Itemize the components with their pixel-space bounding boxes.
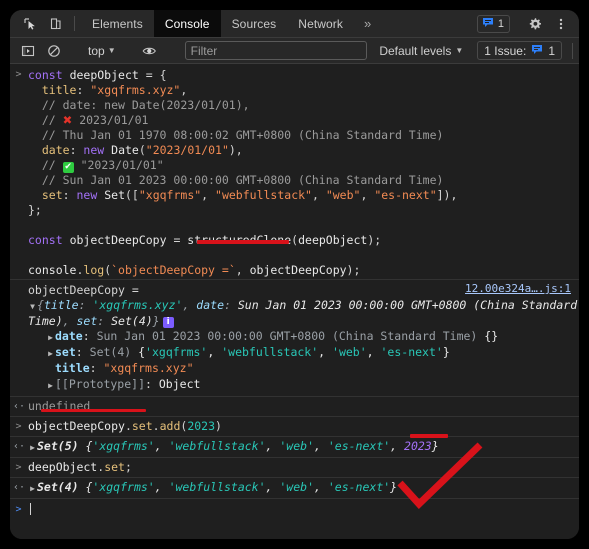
live-expression-eye-icon[interactable]: [138, 39, 162, 63]
console-result-text: ▶ Set(4) {'xgqfrms', 'webfullstack', 'web…: [23, 479, 579, 497]
console-output[interactable]: > const deepObject = { title: "xgqfrms.x…: [10, 64, 579, 539]
tab-elements[interactable]: Elements: [81, 10, 154, 37]
expand-triangle-icon[interactable]: ▶: [46, 346, 55, 361]
console-log-body: objectDeepCopy = ▼ {title: 'xgqfrms.xyz',…: [28, 283, 579, 393]
console-sidebar-toggle-icon[interactable]: [16, 39, 40, 63]
console-log-message[interactable]: 12.00e324a….js:1 objectDeepCopy = ▼ {titl…: [10, 279, 579, 396]
inspect-element-icon[interactable]: [18, 12, 42, 36]
info-badge-icon[interactable]: i: [162, 317, 174, 328]
text-cursor: [30, 503, 31, 515]
gear-icon[interactable]: [523, 12, 547, 36]
expand-triangle-icon[interactable]: ▼: [28, 299, 37, 314]
issue-message-icon: [482, 15, 494, 33]
log-levels-selector[interactable]: Default levels ▼: [375, 44, 467, 58]
prompt-arrow-icon: >: [15, 421, 22, 432]
console-result-message[interactable]: ‹· ▶ Set(5) {'xgqfrms', 'webfullstack', '…: [10, 436, 579, 457]
execution-context-label: top: [88, 43, 105, 58]
prompt-arrow-icon: >: [15, 462, 22, 473]
no-expand-spacer: [46, 362, 55, 377]
issues-summary-label: 1 Issue:: [484, 43, 527, 58]
tab-console[interactable]: Console: [153, 10, 221, 37]
console-input-code: objectDeepCopy.set.add(2023): [28, 419, 222, 433]
tabbar-icon-group: [10, 10, 68, 37]
result-arrow-icon: ‹·: [13, 441, 26, 452]
object-property-row[interactable]: ▶ date: Sun Jan 01 2023 00:00:00 GMT+0800…: [28, 329, 579, 345]
chevron-down-icon: ▼: [455, 45, 464, 55]
more-options-icon[interactable]: [549, 12, 573, 36]
issues-summary-count: 1: [548, 43, 555, 58]
device-toolbar-icon[interactable]: [44, 12, 68, 36]
console-input-message[interactable]: > objectDeepCopy.set.add(2023): [10, 416, 579, 436]
prompt-arrow-icon: >: [15, 69, 22, 80]
devtools-tabbar: Elements Console Sources Network » 1: [10, 10, 579, 38]
execution-context-selector[interactable]: top ▼: [83, 41, 121, 60]
log-levels-label: Default levels: [379, 43, 452, 58]
result-arrow-icon: ‹·: [13, 401, 26, 412]
console-prompt[interactable]: >: [10, 498, 579, 520]
object-property-row[interactable]: ▶ set: Set(4) {'xgqfrms', 'webfullstack',…: [28, 345, 579, 361]
devtools-window: Elements Console Sources Network » 1 top…: [10, 10, 579, 539]
tab-sources[interactable]: Sources: [221, 10, 288, 37]
screenshot-root: Elements Console Sources Network » 1 top…: [0, 0, 589, 549]
console-input-code: const deepObject = { title: "xgqfrms.xyz…: [28, 68, 458, 277]
expand-triangle-icon[interactable]: ▶: [46, 330, 55, 345]
issue-count-label: 1: [497, 17, 504, 30]
more-tabs-button[interactable]: »: [354, 10, 381, 37]
source-location-link[interactable]: 12.00e324a….js:1: [465, 281, 571, 296]
expand-triangle-icon[interactable]: ▶: [28, 440, 37, 455]
console-prompt-input[interactable]: [23, 501, 579, 518]
expand-triangle-icon[interactable]: ▶: [28, 481, 37, 496]
issues-counter-button[interactable]: 1: [476, 14, 510, 33]
console-input-message[interactable]: > const deepObject = { title: "xgqfrms.x…: [10, 64, 579, 279]
object-prototype-row[interactable]: ▶ [[Prototype]]: Object: [28, 377, 579, 393]
console-result-text: undefined: [28, 399, 91, 413]
filter-input[interactable]: [184, 41, 368, 60]
tabbar-divider: [74, 16, 75, 31]
prompt-arrow-icon: >: [15, 504, 22, 515]
tabbar-right-group: 1: [476, 10, 579, 37]
object-property-row[interactable]: title: "xgqfrms.xyz": [28, 361, 579, 377]
chevron-down-icon: ▼: [107, 45, 116, 55]
console-input-code: deepObject.set;: [28, 460, 132, 474]
console-input-message[interactable]: > deepObject.set;: [10, 457, 579, 477]
clear-console-icon[interactable]: [42, 39, 66, 63]
filterbar-divider-4: [572, 42, 573, 59]
log-label: objectDeepCopy =: [28, 283, 139, 297]
console-filter-bar: top ▼ Default levels ▼ 1 Issue:: [10, 38, 579, 64]
panel-tabs: Elements Console Sources Network »: [81, 10, 381, 37]
issue-message-icon: [531, 44, 543, 58]
result-arrow-icon: ‹·: [13, 482, 26, 493]
console-result-message[interactable]: ‹· ▶ Set(4) {'xgqfrms', 'webfullstack', '…: [10, 477, 579, 498]
console-result-text: ▶ Set(5) {'xgqfrms', 'webfullstack', 'web…: [23, 438, 579, 456]
issues-summary-button[interactable]: 1 Issue: 1: [477, 41, 562, 60]
expand-triangle-icon[interactable]: ▶: [46, 378, 55, 393]
console-result-message[interactable]: ‹· undefined: [10, 396, 579, 416]
tab-network[interactable]: Network: [287, 10, 354, 37]
